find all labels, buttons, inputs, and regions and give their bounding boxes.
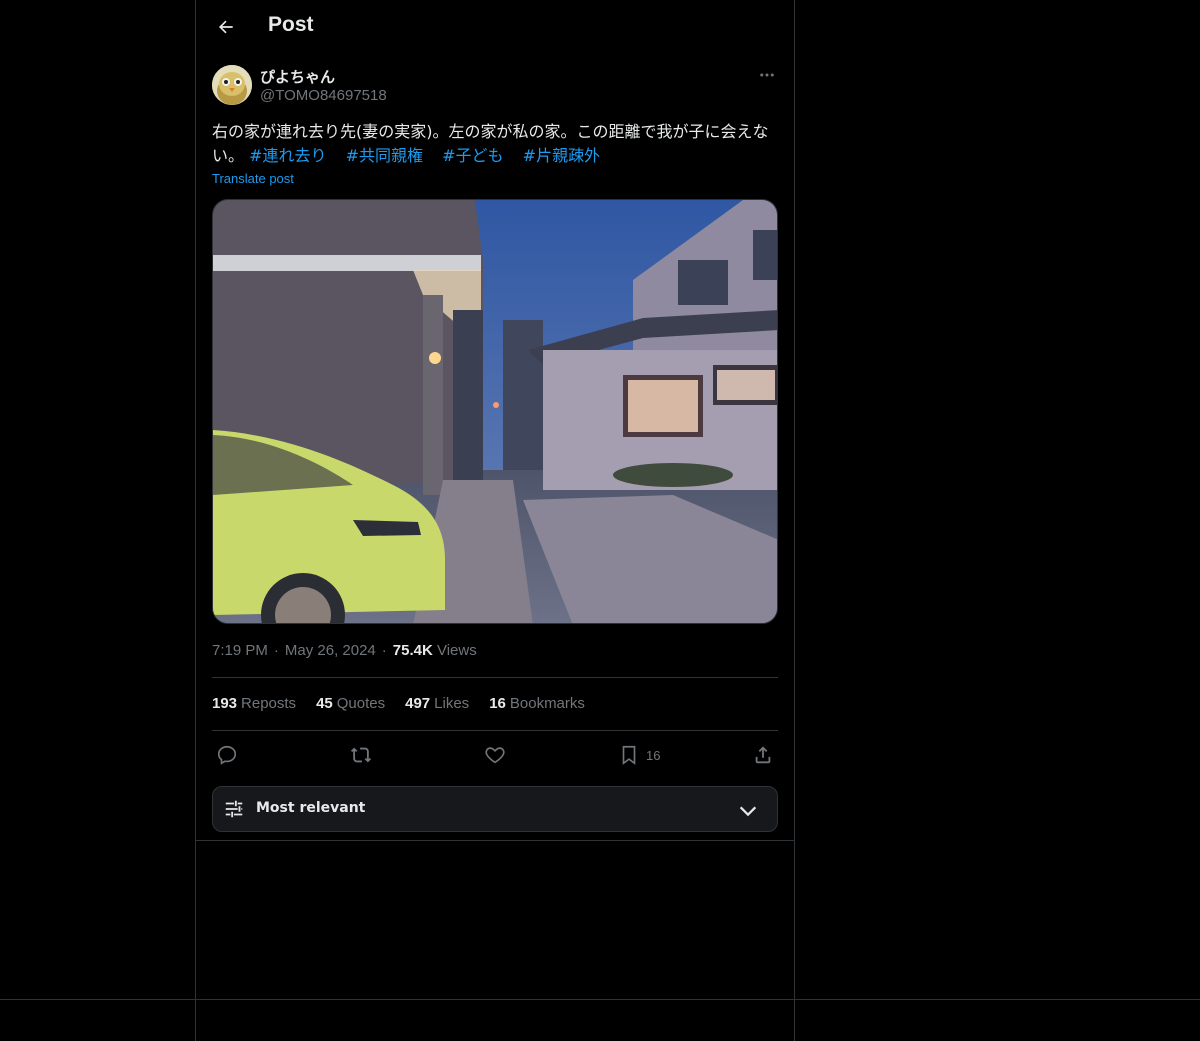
- repost-icon: [350, 747, 372, 763]
- share-button[interactable]: [752, 741, 774, 769]
- stats-top-divider: [212, 677, 778, 678]
- bookmark-button[interactable]: 16: [618, 741, 660, 769]
- stats-bottom-divider: [212, 730, 778, 731]
- hashtag-link[interactable]: #子ども: [442, 146, 503, 165]
- chevron-down-icon: [739, 806, 757, 817]
- left-column-border: [195, 0, 196, 1041]
- reply-button[interactable]: [216, 741, 238, 769]
- post-image[interactable]: [212, 199, 778, 624]
- bookmark-count: 16: [646, 747, 661, 763]
- like-icon: [485, 747, 505, 764]
- hashtag-link[interactable]: #片親疎外: [523, 146, 600, 165]
- reply-sort-dropdown[interactable]: Most relevant: [212, 786, 778, 832]
- post-author: ぴよちゃん @TOMO84697518: [212, 64, 778, 108]
- more-button[interactable]: [756, 64, 778, 86]
- views-label: Views: [436, 642, 477, 659]
- stat-label: Quotes: [336, 695, 386, 712]
- reply-icon: [217, 745, 237, 765]
- bookmark-icon: [622, 745, 636, 765]
- more-icon: [760, 73, 774, 77]
- back-button[interactable]: [208, 9, 244, 45]
- post-date[interactable]: May 26, 2024: [285, 642, 376, 659]
- post-text: 右の家が連れ去り先(妻の実家)。左の家が私の家。この距離で我が子に会えない。 #…: [212, 120, 778, 168]
- quotes-stat[interactable]: 45 Quotes: [316, 695, 385, 712]
- hashtag-link[interactable]: #連れ去り: [249, 146, 326, 165]
- hashtag-link[interactable]: #共同親権: [346, 146, 423, 165]
- views: 75.4K Views: [393, 642, 477, 659]
- post-meta: 7:19 PM · May 26, 2024 · 75.4K Views: [212, 642, 477, 659]
- page-title: Post: [268, 13, 314, 36]
- page-header: Post: [196, 0, 794, 54]
- stat-count: 497: [405, 695, 431, 712]
- stat-count: 16: [489, 695, 506, 712]
- author-handle[interactable]: @TOMO84697518: [260, 87, 387, 104]
- translate-post-link[interactable]: Translate post: [212, 171, 294, 186]
- back-arrow-icon: [218, 20, 233, 34]
- share-icon: [755, 746, 771, 764]
- meta-separator: ·: [273, 642, 279, 659]
- stat-label: Reposts: [241, 695, 297, 712]
- reposts-stat[interactable]: 193 Reposts: [212, 695, 296, 712]
- right-column-border: [794, 0, 795, 1041]
- stat-count: 45: [316, 695, 333, 712]
- bookmarks-stat[interactable]: 16 Bookmarks: [489, 695, 585, 712]
- like-button[interactable]: [484, 741, 506, 769]
- post-time[interactable]: 7:19 PM: [212, 642, 268, 659]
- post-bottom-divider: [196, 840, 794, 841]
- sort-label: Most relevant: [256, 800, 366, 816]
- stat-count: 193: [212, 695, 238, 712]
- stat-label: Likes: [434, 695, 470, 712]
- avatar[interactable]: [212, 65, 252, 105]
- likes-stat[interactable]: 497 Likes: [405, 695, 469, 712]
- meta-separator: ·: [381, 642, 387, 659]
- bottom-divider: [0, 999, 1200, 1000]
- action-bar: 16: [212, 741, 778, 769]
- stat-label: Bookmarks: [509, 695, 585, 712]
- author-display-name[interactable]: ぴよちゃん: [260, 66, 335, 87]
- views-count: 75.4K: [392, 642, 433, 659]
- repost-button[interactable]: [350, 741, 372, 769]
- sliders-icon: [225, 800, 243, 818]
- engagement-stats: 193 Reposts 45 Quotes 497 Likes 16 Bookmarks: [212, 695, 585, 712]
